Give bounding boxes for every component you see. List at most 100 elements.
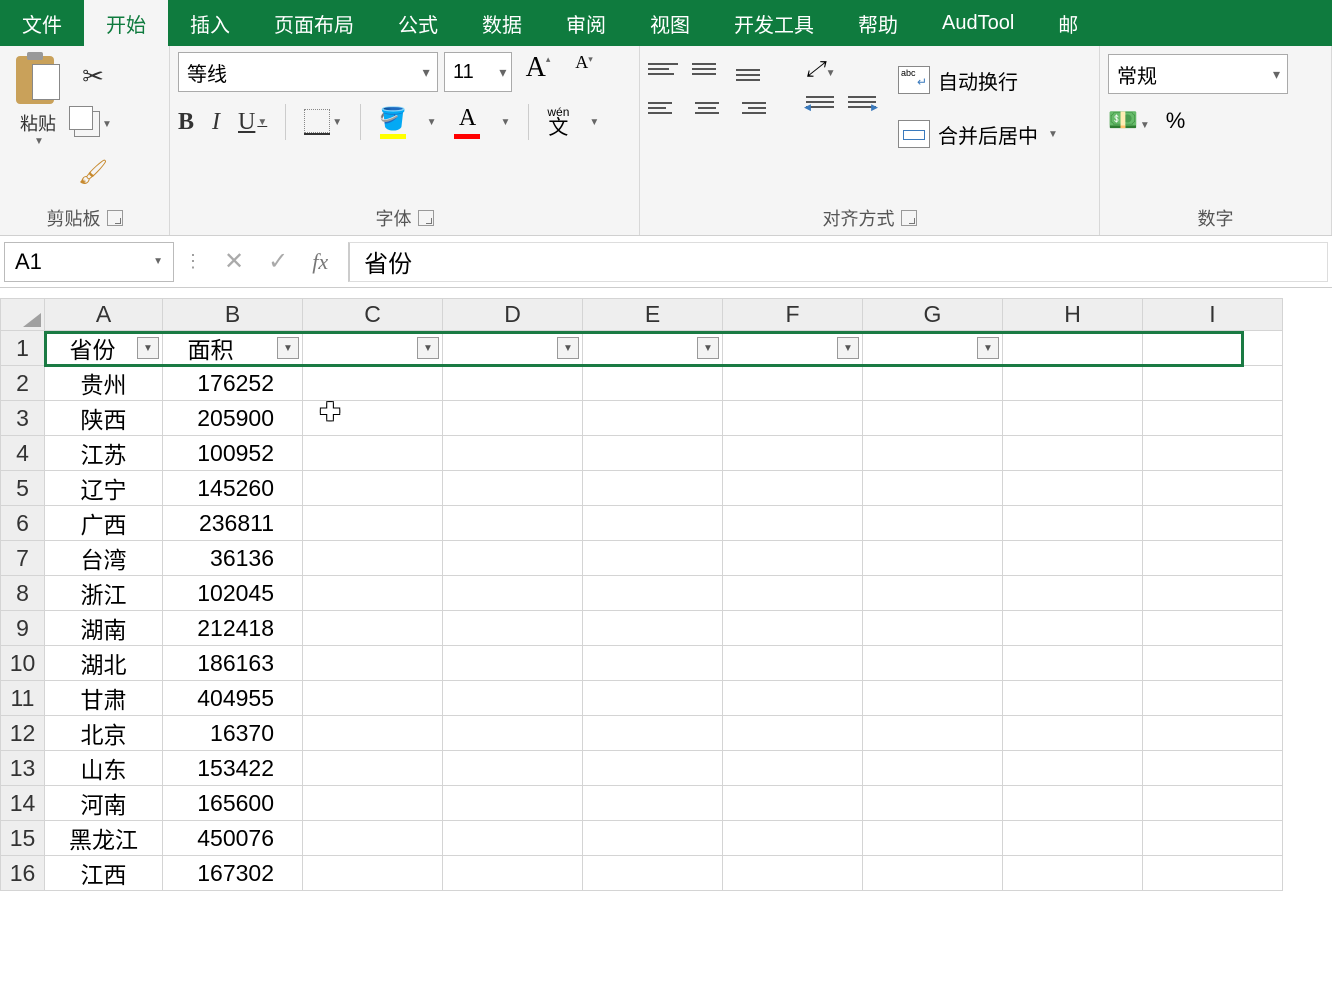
cell-B5[interactable]: 145260 bbox=[163, 471, 303, 506]
cell-A1[interactable]: 省份▼ bbox=[45, 331, 163, 366]
cell-A6[interactable]: 广西 bbox=[45, 506, 163, 541]
cell-D1[interactable]: ▼ bbox=[443, 331, 583, 366]
cell-F2[interactable] bbox=[723, 366, 863, 401]
col-header-I[interactable]: I bbox=[1143, 299, 1283, 331]
cell-E8[interactable] bbox=[583, 576, 723, 611]
tab-公式[interactable]: 公式 bbox=[376, 0, 460, 46]
align-top-button[interactable] bbox=[648, 57, 678, 81]
cell-H12[interactable] bbox=[1003, 716, 1143, 751]
number-format-input[interactable] bbox=[1109, 63, 1266, 86]
cell-G9[interactable] bbox=[863, 611, 1003, 646]
row-header-10[interactable]: 10 bbox=[1, 646, 45, 681]
row-header-6[interactable]: 6 bbox=[1, 506, 45, 541]
align-center-button[interactable] bbox=[692, 96, 722, 120]
cell-D14[interactable] bbox=[443, 786, 583, 821]
row-header-16[interactable]: 16 bbox=[1, 856, 45, 891]
dialog-launcher-icon[interactable] bbox=[418, 210, 434, 226]
tab-帮助[interactable]: 帮助 bbox=[836, 0, 920, 46]
decrease-indent-button[interactable] bbox=[806, 96, 834, 120]
cell-E11[interactable] bbox=[583, 681, 723, 716]
cell-H3[interactable] bbox=[1003, 401, 1143, 436]
cell-C16[interactable] bbox=[303, 856, 443, 891]
paste-button[interactable]: 粘贴 ▼ bbox=[8, 52, 68, 147]
cell-I16[interactable] bbox=[1143, 856, 1283, 891]
cell-E14[interactable] bbox=[583, 786, 723, 821]
cell-D13[interactable] bbox=[443, 751, 583, 786]
cell-I9[interactable] bbox=[1143, 611, 1283, 646]
cell-F14[interactable] bbox=[723, 786, 863, 821]
cell-A3[interactable]: 陕西 bbox=[45, 401, 163, 436]
cell-C1[interactable]: ▼ bbox=[303, 331, 443, 366]
row-header-4[interactable]: 4 bbox=[1, 436, 45, 471]
cell-B10[interactable]: 186163 bbox=[163, 646, 303, 681]
cell-D5[interactable] bbox=[443, 471, 583, 506]
cell-I5[interactable] bbox=[1143, 471, 1283, 506]
cell-B7[interactable]: 36136 bbox=[163, 541, 303, 576]
cell-D9[interactable] bbox=[443, 611, 583, 646]
cell-E12[interactable] bbox=[583, 716, 723, 751]
cell-I1[interactable] bbox=[1143, 331, 1283, 366]
cell-C8[interactable] bbox=[303, 576, 443, 611]
cell-B1[interactable]: 面积▼ bbox=[163, 331, 303, 366]
percent-button[interactable]: % bbox=[1166, 108, 1186, 134]
cell-B6[interactable]: 236811 bbox=[163, 506, 303, 541]
cell-I11[interactable] bbox=[1143, 681, 1283, 716]
cell-D6[interactable] bbox=[443, 506, 583, 541]
dialog-launcher-icon[interactable] bbox=[901, 210, 917, 226]
col-header-D[interactable]: D bbox=[443, 299, 583, 331]
chevron-down-icon[interactable]: ▼ bbox=[102, 119, 112, 130]
cell-D16[interactable] bbox=[443, 856, 583, 891]
cell-C5[interactable] bbox=[303, 471, 443, 506]
cell-C4[interactable] bbox=[303, 436, 443, 471]
cell-C3[interactable] bbox=[303, 401, 443, 436]
cell-H4[interactable] bbox=[1003, 436, 1143, 471]
cell-I10[interactable] bbox=[1143, 646, 1283, 681]
cell-I4[interactable] bbox=[1143, 436, 1283, 471]
cell-D15[interactable] bbox=[443, 821, 583, 856]
cell-F13[interactable] bbox=[723, 751, 863, 786]
cell-A10[interactable]: 湖北 bbox=[45, 646, 163, 681]
cell-H11[interactable] bbox=[1003, 681, 1143, 716]
cell-I12[interactable] bbox=[1143, 716, 1283, 751]
cell-C9[interactable] bbox=[303, 611, 443, 646]
chevron-down-icon[interactable]: ▾ bbox=[495, 64, 511, 81]
filter-button[interactable]: ▼ bbox=[417, 337, 439, 359]
col-header-B[interactable]: B bbox=[163, 299, 303, 331]
chevron-down-icon[interactable]: ▾ bbox=[415, 64, 437, 81]
align-left-button[interactable] bbox=[648, 96, 678, 120]
filter-button[interactable]: ▼ bbox=[697, 337, 719, 359]
tab-页面布局[interactable]: 页面布局 bbox=[252, 0, 376, 46]
tab-AudTool[interactable]: AudTool bbox=[920, 0, 1036, 46]
cell-F6[interactable] bbox=[723, 506, 863, 541]
cell-H5[interactable] bbox=[1003, 471, 1143, 506]
fx-icon[interactable]: fx bbox=[312, 249, 328, 275]
cancel-icon[interactable]: ✕ bbox=[224, 247, 244, 276]
cell-F7[interactable] bbox=[723, 541, 863, 576]
row-header-15[interactable]: 15 bbox=[1, 821, 45, 856]
expand-icon[interactable]: ⋮ bbox=[184, 251, 204, 272]
cell-A5[interactable]: 辽宁 bbox=[45, 471, 163, 506]
cell-H2[interactable] bbox=[1003, 366, 1143, 401]
cell-I14[interactable] bbox=[1143, 786, 1283, 821]
cell-I15[interactable] bbox=[1143, 821, 1283, 856]
cell-A12[interactable]: 北京 bbox=[45, 716, 163, 751]
cell-D11[interactable] bbox=[443, 681, 583, 716]
formula-input[interactable]: 省份 bbox=[348, 242, 1328, 282]
decrease-font-button[interactable]: A▾ bbox=[564, 52, 604, 92]
cell-A7[interactable]: 台湾 bbox=[45, 541, 163, 576]
name-box[interactable]: A1 ▼ bbox=[4, 242, 174, 282]
row-header-12[interactable]: 12 bbox=[1, 716, 45, 751]
tab-邮[interactable]: 邮 bbox=[1036, 0, 1100, 46]
cell-G11[interactable] bbox=[863, 681, 1003, 716]
merge-center-button[interactable]: 合并后居中▼ bbox=[894, 112, 1062, 156]
row-header-2[interactable]: 2 bbox=[1, 366, 45, 401]
row-header-7[interactable]: 7 bbox=[1, 541, 45, 576]
fill-color-button[interactable]: 🪣 bbox=[379, 106, 406, 139]
cell-I2[interactable] bbox=[1143, 366, 1283, 401]
tab-数据[interactable]: 数据 bbox=[460, 0, 544, 46]
cell-G1[interactable]: ▼ bbox=[863, 331, 1003, 366]
cell-F10[interactable] bbox=[723, 646, 863, 681]
cell-H8[interactable] bbox=[1003, 576, 1143, 611]
cell-B11[interactable]: 404955 bbox=[163, 681, 303, 716]
cell-B13[interactable]: 153422 bbox=[163, 751, 303, 786]
